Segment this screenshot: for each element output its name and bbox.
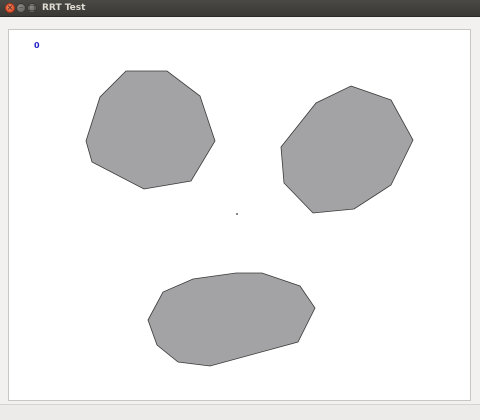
- app-window: × – □ RRT Test 0: [0, 0, 480, 420]
- iteration-counter: 0: [34, 41, 40, 50]
- obstacle-top-right: [280, 85, 414, 214]
- obstacle-bottom: [147, 272, 316, 367]
- start-node: [236, 213, 238, 215]
- obstacle-top-left: [85, 70, 216, 190]
- window-bottom-bar: [0, 404, 480, 420]
- rrt-canvas[interactable]: [0, 0, 480, 419]
